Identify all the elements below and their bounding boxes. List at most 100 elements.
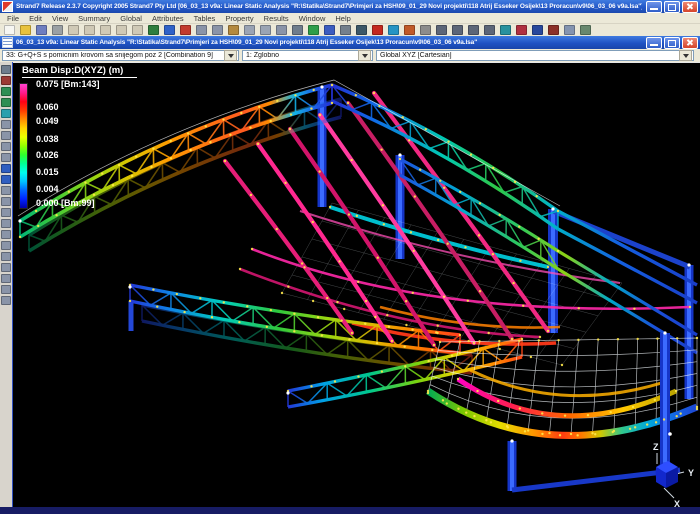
toolbar-edit-pencil-icon[interactable]: [403, 24, 416, 36]
toolbar-send-mail-icon[interactable]: [563, 24, 576, 36]
axis-x-label: X: [674, 499, 680, 507]
toolbar-load-path-icon[interactable]: [515, 24, 528, 36]
side-show-links-icon[interactable]: [1, 108, 12, 118]
side-display-options-icon[interactable]: [1, 240, 12, 250]
side-zoom-tool-icon[interactable]: [1, 207, 12, 217]
toolbar-marked-nodes-icon[interactable]: [371, 24, 384, 36]
strand7-window: Strand7 Release 2.3.7 Copyright 2005 Str…: [0, 0, 700, 514]
menu-edit[interactable]: Edit: [24, 14, 47, 23]
model-viewport[interactable]: Z Y X Beam Disp:D(XYZ) (m) 0.075 [Bm:143…: [13, 62, 700, 507]
pink-rails: [240, 211, 690, 344]
doc-minimize-button[interactable]: [646, 37, 662, 49]
side-result-display-icon[interactable]: [1, 130, 12, 140]
doc-restore-button[interactable]: [664, 37, 680, 49]
side-draw-tool-icon[interactable]: [1, 75, 12, 85]
side-contour-settings-icon[interactable]: [1, 141, 12, 151]
side-flag-beam-icon[interactable]: [1, 174, 12, 184]
load-case-combo[interactable]: 33: G+Q+S s pomicnim krovom sa snijegom …: [2, 50, 239, 61]
menu-global[interactable]: Global: [115, 14, 147, 23]
toolbar-copy-icon[interactable]: [115, 24, 128, 36]
toolbar-dynamic-rotate-icon[interactable]: [227, 24, 240, 36]
joint-dots: [18, 85, 690, 442]
menu-attributes[interactable]: Attributes: [147, 14, 189, 23]
toolbar-zoom-in-icon[interactable]: [243, 24, 256, 36]
toolbar-draw-rect-icon[interactable]: [451, 24, 464, 36]
side-grid-toggle-icon[interactable]: [1, 196, 12, 206]
toolbar-refresh-view-icon[interactable]: [323, 24, 336, 36]
side-axis-toggle-icon[interactable]: [1, 273, 12, 283]
toolbar-cut-icon[interactable]: [99, 24, 112, 36]
load-case-value: 33: G+Q+S s pomicnim krovom sa snijegom …: [3, 52, 223, 59]
side-entity-sets-icon[interactable]: [1, 185, 12, 195]
menu-window[interactable]: Window: [294, 14, 331, 23]
toolbar-draw-poly-icon[interactable]: [467, 24, 480, 36]
toolbar-paste-icon[interactable]: [131, 24, 144, 36]
freedom-case-dropdown-icon[interactable]: [358, 50, 371, 61]
menu-results[interactable]: Results: [259, 14, 294, 23]
toolbar-report-icon[interactable]: [547, 24, 560, 36]
model-canvas[interactable]: Z Y X: [13, 63, 700, 507]
app-titlebar: Strand7 Release 2.3.7 Copyright 2005 Str…: [0, 0, 700, 13]
toolbar-new-file-icon[interactable]: [3, 24, 16, 36]
side-view-store-icon[interactable]: [1, 251, 12, 261]
coord-system-combo[interactable]: Global XYZ [Cartesian]: [376, 50, 694, 61]
side-show-beams-icon[interactable]: [1, 86, 12, 96]
load-case-dropdown-icon[interactable]: [224, 50, 237, 61]
toolbar-zoom-window-icon[interactable]: [211, 24, 224, 36]
toolbar-entity-toggle-icon[interactable]: [147, 24, 160, 36]
side-lock-view-icon[interactable]: [1, 284, 12, 294]
close-button[interactable]: [682, 1, 698, 13]
menu-tables[interactable]: Tables: [189, 14, 221, 23]
toolbar-open-file-icon[interactable]: [19, 24, 32, 36]
coord-system-dropdown-icon[interactable]: [679, 50, 692, 61]
minimize-button[interactable]: [646, 1, 662, 13]
toolbar-draw-beam-icon[interactable]: [179, 24, 192, 36]
toolbar-zoom-box-icon[interactable]: [195, 24, 208, 36]
toolbar-select-dots-icon[interactable]: [483, 24, 496, 36]
toolbar-node-snap-icon[interactable]: [419, 24, 432, 36]
menu-summary[interactable]: Summary: [73, 14, 115, 23]
strand7-app-icon[interactable]: [2, 1, 13, 12]
menu-help[interactable]: Help: [330, 14, 355, 23]
side-options-icon[interactable]: [1, 295, 12, 305]
case-selector-row: 33: G+Q+S s pomicnim krovom sa snijegom …: [0, 49, 700, 62]
app-title: Strand7 Release 2.3.7 Copyright 2005 Str…: [16, 3, 642, 10]
toolbar-zoom-extents-icon[interactable]: [275, 24, 288, 36]
axis-z-label: Z: [653, 442, 659, 452]
toolbar-undo-icon[interactable]: [67, 24, 80, 36]
side-table-tool-icon[interactable]: [1, 218, 12, 228]
side-peek-tool-icon[interactable]: [1, 152, 12, 162]
toolbar-hide-show-icon[interactable]: [355, 24, 368, 36]
toolbar-property-table-icon[interactable]: [339, 24, 352, 36]
freedom-case-combo[interactable]: 1: Zglobno: [242, 50, 373, 61]
doc-close-button[interactable]: [682, 37, 698, 49]
toolbar-redo-icon[interactable]: [83, 24, 96, 36]
toolbar-solver-icon[interactable]: [531, 24, 544, 36]
toolbar-print-icon[interactable]: [51, 24, 64, 36]
side-tag-tool-icon[interactable]: [1, 229, 12, 239]
side-select-arrow-icon[interactable]: [1, 64, 12, 74]
side-show-loads-icon[interactable]: [1, 119, 12, 129]
document-title: 06_03_13 v9a: Linear Static Analysis "R:…: [16, 39, 642, 46]
toolbar-materials-icon[interactable]: [499, 24, 512, 36]
truss-middle: [130, 285, 472, 373]
toolbar-draw-line-icon[interactable]: [435, 24, 448, 36]
menu-property[interactable]: Property: [220, 14, 258, 23]
side-show-plates-icon[interactable]: [1, 97, 12, 107]
main-toolbar: [0, 24, 700, 36]
menu-view[interactable]: View: [47, 14, 73, 23]
freedom-case-value: 1: Zglobno: [243, 52, 357, 59]
document-window-controls: [646, 37, 698, 49]
toolbar-results-table-icon[interactable]: [579, 24, 592, 36]
toolbar-select-pointer-icon[interactable]: [291, 24, 304, 36]
toolbar-zoom-out-icon[interactable]: [259, 24, 272, 36]
toolbar-group-layers-icon[interactable]: [387, 24, 400, 36]
toolbar-save-file-icon[interactable]: [35, 24, 48, 36]
side-multi-view-icon[interactable]: [1, 262, 12, 272]
toolbar-wireframe-view-icon[interactable]: [163, 24, 176, 36]
document-icon[interactable]: [2, 37, 13, 48]
menu-file[interactable]: File: [2, 14, 24, 23]
toolbar-view-globe-icon[interactable]: [307, 24, 320, 36]
restore-button[interactable]: [664, 1, 680, 13]
side-flag-node-icon[interactable]: [1, 163, 12, 173]
